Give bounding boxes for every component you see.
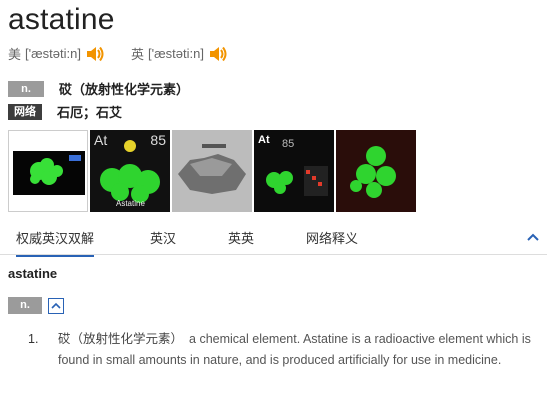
chevron-up-icon[interactable] — [527, 230, 539, 242]
image-4-symbol: At — [258, 134, 270, 146]
detail-pos-tag: n. — [8, 297, 42, 314]
image-2-number: 85 — [150, 132, 166, 148]
speaker-icon[interactable] — [85, 45, 105, 63]
phonetic-region-uk: 英 — [131, 47, 145, 62]
image-2-caption: Astatine — [116, 199, 145, 208]
tab-en-cn[interactable]: 英汉 — [150, 228, 176, 247]
tab-authoritative[interactable]: 权威英汉双解 — [16, 228, 95, 257]
image-4-number: 85 — [282, 138, 295, 150]
detail-pos-row: n. — [8, 297, 64, 314]
phonetic-uk: 英 ['æstəti:n] — [131, 44, 228, 63]
sense-chinese: 砹（放射性化学元素） — [58, 332, 184, 346]
image-thumb-3[interactable] — [172, 130, 252, 212]
speaker-icon[interactable] — [208, 45, 228, 63]
image-2-symbol: At — [94, 132, 108, 148]
web-tag: 网络 — [8, 103, 42, 120]
basic-meaning-row: n. 砹（放射性化学元素） — [8, 79, 189, 98]
sense-body: 砹（放射性化学元素） a chemical element. Astatine i… — [58, 329, 538, 371]
image-thumb-1[interactable] — [8, 130, 88, 212]
web-meaning: 石厄；石艾 — [57, 105, 123, 120]
tab-bar: 权威英汉双解 英汉 英英 网络释义 — [0, 220, 547, 257]
image-thumb-4[interactable]: At 85 — [254, 130, 334, 212]
image-thumb-5[interactable] — [336, 130, 416, 212]
headword-title: astatine — [8, 3, 115, 36]
web-meaning-row: 网络 石厄；石艾 — [8, 102, 122, 121]
image-thumb-2[interactable]: At 85 Astatine — [90, 130, 170, 212]
phonetic-ipa-uk: ['æstəti:n] — [148, 46, 204, 61]
detail-headword: astatine — [8, 266, 58, 281]
tab-en-en[interactable]: 英英 — [228, 228, 254, 247]
collapse-toggle-icon[interactable] — [48, 297, 64, 314]
tab-web-definitions[interactable]: 网络释义 — [306, 228, 358, 247]
pos-meaning: 砹（放射性化学元素） — [59, 82, 190, 97]
phonetic-region-us: 美 — [8, 47, 22, 62]
sense-number: 1. — [28, 332, 39, 346]
image-strip: At 85 Astatine At 85 — [8, 130, 418, 212]
pos-tag: n. — [8, 80, 44, 97]
sense-item: 1. 砹（放射性化学元素） a chemical element. Astatin… — [28, 329, 538, 371]
phonetic-us: 美 ['æstəti:n] — [8, 44, 105, 63]
phonetic-ipa-us: ['æstəti:n] — [25, 46, 81, 61]
